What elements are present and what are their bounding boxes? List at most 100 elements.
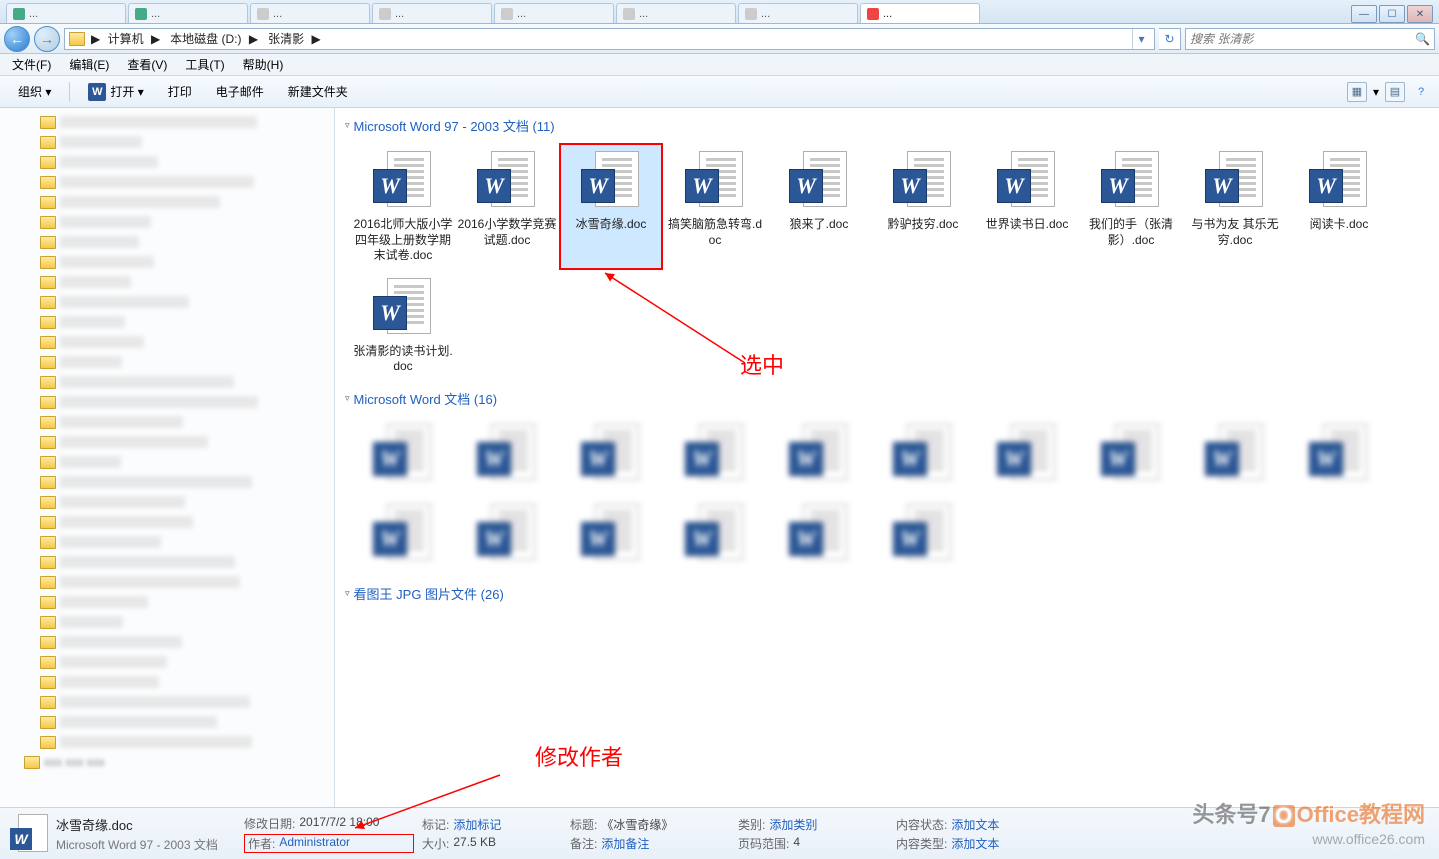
tree-item[interactable] xyxy=(0,352,334,372)
refresh-button[interactable]: ↻ xyxy=(1159,28,1181,50)
tree-item[interactable] xyxy=(0,212,334,232)
nav-tree[interactable]: document.write(Array.from({length:32}).m… xyxy=(0,108,335,807)
close-button[interactable]: ✕ xyxy=(1407,5,1433,23)
file-item[interactable]: W xyxy=(663,416,767,496)
tree-item[interactable] xyxy=(0,712,334,732)
file-item[interactable]: W xyxy=(663,496,767,576)
menu-view[interactable]: 查看(V) xyxy=(119,54,175,75)
file-item[interactable]: W xyxy=(455,496,559,576)
file-item[interactable]: W xyxy=(559,416,663,496)
address-bar[interactable]: ▶ 计算机 ▶ 本地磁盘 (D:) ▶ 张清影 ▶ ▾ xyxy=(64,28,1155,50)
back-button[interactable]: ← xyxy=(4,26,30,52)
print-button[interactable]: 打印 xyxy=(158,79,202,104)
breadcrumb[interactable]: 张清影 ▶ xyxy=(264,30,325,47)
file-item[interactable]: W xyxy=(767,416,871,496)
menu-edit[interactable]: 编辑(E) xyxy=(61,54,117,75)
email-button[interactable]: 电子邮件 xyxy=(206,79,274,104)
tree-item[interactable] xyxy=(0,692,334,712)
menu-tools[interactable]: 工具(T) xyxy=(177,54,232,75)
file-item[interactable]: W xyxy=(1183,416,1287,496)
tree-item[interactable] xyxy=(0,472,334,492)
tree-item[interactable] xyxy=(0,232,334,252)
tree-item[interactable] xyxy=(0,552,334,572)
preview-pane-button[interactable]: ▤ xyxy=(1385,82,1405,102)
tree-item[interactable] xyxy=(0,172,334,192)
tree-item[interactable] xyxy=(0,572,334,592)
search-box[interactable]: 🔍 xyxy=(1185,28,1435,50)
menu-file[interactable]: 文件(F) xyxy=(4,54,59,75)
tree-item[interactable] xyxy=(0,592,334,612)
group-header[interactable]: ▿ Microsoft Word 文档 (16) xyxy=(335,385,1439,412)
details-value[interactable]: 添加标记 xyxy=(453,816,501,833)
tree-item[interactable] xyxy=(0,672,334,692)
tree-item[interactable] xyxy=(0,512,334,532)
tree-item[interactable] xyxy=(0,372,334,392)
tree-item[interactable] xyxy=(0,652,334,672)
tree-item[interactable] xyxy=(0,532,334,552)
tree-item[interactable] xyxy=(0,292,334,312)
organize-button[interactable]: 组织 ▾ xyxy=(8,79,61,104)
tree-item[interactable] xyxy=(0,312,334,332)
file-item[interactable]: W xyxy=(871,416,975,496)
tree-item[interactable] xyxy=(0,612,334,632)
file-item[interactable]: W 狼来了.doc xyxy=(767,143,871,270)
browser-tab[interactable]: ... xyxy=(616,3,736,23)
tree-item[interactable] xyxy=(0,132,334,152)
maximize-button[interactable]: ☐ xyxy=(1379,5,1405,23)
file-item[interactable]: W 世界读书日.doc xyxy=(975,143,1079,270)
group-header[interactable]: ▿ Microsoft Word 97 - 2003 文档 (11) xyxy=(335,112,1439,139)
file-item[interactable]: W 2016小学数学竞赛试题.doc xyxy=(455,143,559,270)
tree-item[interactable] xyxy=(0,452,334,472)
breadcrumb[interactable]: 本地磁盘 (D:) ▶ xyxy=(166,30,262,47)
tree-item[interactable] xyxy=(0,152,334,172)
file-item[interactable]: W xyxy=(455,416,559,496)
browser-tab[interactable]: ... xyxy=(250,3,370,23)
browser-tab[interactable]: ... xyxy=(494,3,614,23)
file-item[interactable]: W xyxy=(1079,416,1183,496)
group-header[interactable]: ▿ 看图王 JPG 图片文件 (26) xyxy=(335,580,1439,607)
view-mode-button[interactable]: ▦ xyxy=(1347,82,1367,102)
help-button[interactable]: ? xyxy=(1411,82,1431,102)
browser-tab[interactable]: ... xyxy=(372,3,492,23)
search-input[interactable] xyxy=(1190,32,1411,46)
details-value[interactable]: 添加文本 xyxy=(951,816,999,833)
tree-item[interactable] xyxy=(0,732,334,752)
file-item[interactable]: W xyxy=(1287,416,1391,496)
tree-item[interactable] xyxy=(0,192,334,212)
file-item[interactable]: W 冰雪奇缘.doc xyxy=(559,143,663,270)
open-button[interactable]: W打开 ▾ xyxy=(78,79,153,105)
file-item[interactable]: W xyxy=(559,496,663,576)
details-value[interactable]: 添加类别 xyxy=(769,816,817,833)
file-item[interactable]: W xyxy=(351,416,455,496)
file-item[interactable]: W 2016北师大版小学四年级上册数学期末试卷.doc xyxy=(351,143,455,270)
view-dropdown[interactable]: ▾ xyxy=(1373,85,1379,99)
breadcrumb[interactable]: ▶ 计算机 ▶ xyxy=(87,30,164,47)
file-item[interactable]: W xyxy=(871,496,975,576)
file-item[interactable]: W 张清影的读书计划.doc xyxy=(351,270,455,381)
tree-item[interactable] xyxy=(0,392,334,412)
file-item[interactable]: W 搞笑脑筋急转弯.doc xyxy=(663,143,767,270)
browser-tab[interactable]: ... xyxy=(128,3,248,23)
tree-item[interactable] xyxy=(0,432,334,452)
file-item[interactable]: W xyxy=(351,496,455,576)
tree-item[interactable] xyxy=(0,252,334,272)
tree-item[interactable] xyxy=(0,272,334,292)
tree-item[interactable] xyxy=(0,412,334,432)
tree-item[interactable] xyxy=(0,332,334,352)
file-item[interactable]: W 阅读卡.doc xyxy=(1287,143,1391,270)
menu-help[interactable]: 帮助(H) xyxy=(235,54,292,75)
file-item[interactable]: W xyxy=(767,496,871,576)
forward-button[interactable]: → xyxy=(34,26,60,52)
browser-tab[interactable]: ... xyxy=(738,3,858,23)
details-value[interactable]: 添加文本 xyxy=(951,835,999,852)
details-value[interactable]: 添加备注 xyxy=(601,835,649,852)
tree-item[interactable] xyxy=(0,632,334,652)
tree-item[interactable] xyxy=(0,492,334,512)
minimize-button[interactable]: — xyxy=(1351,5,1377,23)
browser-tab[interactable]: ... xyxy=(6,3,126,23)
file-item[interactable]: W xyxy=(975,416,1079,496)
file-content-area[interactable]: ▿ Microsoft Word 97 - 2003 文档 (11) W 201… xyxy=(335,108,1439,807)
tree-item[interactable]: xxx xxx xxx xyxy=(0,752,334,772)
address-dropdown[interactable]: ▾ xyxy=(1132,29,1150,49)
tree-item[interactable] xyxy=(0,112,334,132)
